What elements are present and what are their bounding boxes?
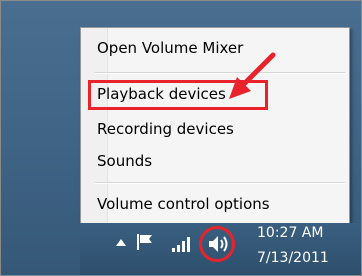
annotation-arrow [229, 52, 276, 99]
desktop-frame: Open Volume Mixer Playback devices Recor… [0, 0, 362, 276]
